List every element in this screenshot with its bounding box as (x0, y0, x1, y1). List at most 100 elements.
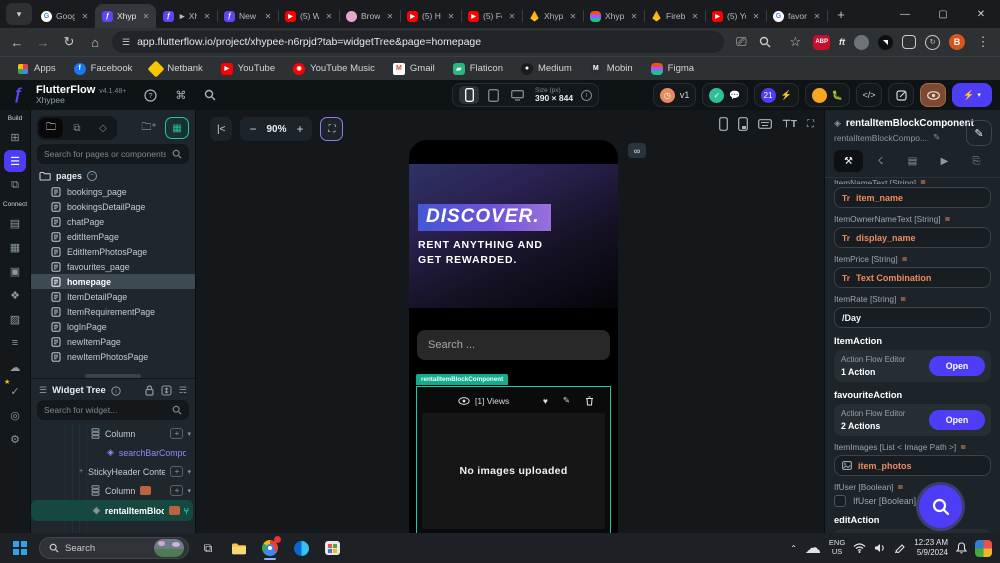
edge-taskbar-button[interactable] (289, 536, 313, 560)
widget-tree-row[interactable]: + StickyHeader Content + ▾ (31, 462, 195, 481)
browser-tab[interactable]: Xhyp ✕ (522, 4, 584, 28)
notifications-bell-icon[interactable] (956, 542, 967, 554)
bookmark-item[interactable]: ◉ YouTube Music (286, 61, 382, 77)
collapse-folder-icon[interactable]: − (87, 171, 98, 181)
page-list-item[interactable]: bookingsDetailPage (31, 199, 195, 214)
window-maximize-button[interactable]: ▢ (924, 0, 962, 28)
owner-name-field[interactable]: Tr display_name (834, 227, 991, 248)
add-child-icon[interactable]: + (170, 485, 184, 496)
browser-tab[interactable]: ƒ Xhyp ✕ (95, 4, 156, 28)
task-view-button[interactable]: ⧉ (196, 536, 220, 560)
widgets-tab[interactable]: ◇ (91, 118, 115, 138)
home-icon[interactable]: ⌂ (86, 35, 104, 50)
tab-close-icon[interactable]: ✕ (323, 10, 335, 22)
widget-tree-row[interactable]: Column + ▾ (31, 424, 195, 443)
browser-tab[interactable]: G Goog ✕ (34, 4, 96, 28)
browser-tab[interactable]: Xhyp ✕ (583, 4, 645, 28)
add-app-icon[interactable]: ⊞ (4, 126, 26, 148)
zoom-in-icon[interactable]: + (296, 122, 303, 136)
extensions-puzzle-icon[interactable] (902, 35, 916, 49)
bookmark-item[interactable]: M Mobin (583, 61, 640, 77)
page-list-item[interactable]: newItemPhotosPage (31, 349, 195, 364)
issues-badge[interactable]: 21 ⚡ (753, 83, 799, 107)
theme-icon[interactable]: ◎ (4, 404, 26, 426)
bookmark-item[interactable]: Figma (644, 61, 701, 77)
share-button[interactable] (888, 83, 914, 107)
new-tab-button[interactable]: + (831, 4, 851, 24)
taskbar-search-input[interactable]: Search (39, 537, 189, 559)
settings-gear-icon[interactable]: ⚙ (4, 428, 26, 450)
pen-icon[interactable] (894, 543, 906, 553)
item-name-field[interactable]: Tr item_name (834, 187, 991, 208)
components-icon[interactable]: ⧉ (4, 174, 26, 196)
transform-bounds-icon[interactable]: ⛶ (807, 119, 814, 130)
pages-search-input[interactable]: Search for pages or components... (37, 144, 189, 164)
chrome-taskbar-button[interactable] (258, 536, 282, 560)
favourite-heart-icon[interactable]: ♥ (543, 396, 548, 406)
ifuser-checkbox[interactable] (834, 495, 846, 507)
phone-search-input[interactable]: Search ... (417, 330, 610, 360)
tab-close-icon[interactable]: ✕ (750, 10, 762, 22)
canvas-link-badge[interactable]: ∞ (628, 143, 646, 158)
bookmark-item[interactable]: ▶ YouTube (214, 61, 282, 77)
run-button[interactable]: ⚡ ▾ (952, 83, 992, 107)
window-close-button[interactable]: ✕ (962, 0, 1000, 28)
phone-preview[interactable]: DISCOVER. RENT ANYTHING AND GET REWARDED… (409, 140, 618, 533)
page-list-item[interactable]: ItemRequirementPage (31, 304, 195, 319)
start-button[interactable] (8, 536, 32, 560)
rate-field[interactable]: /Day (834, 307, 991, 328)
refresh-icon[interactable]: ↻ (60, 34, 78, 50)
tab-close-icon[interactable]: ✕ (79, 10, 91, 22)
tab-close-icon[interactable]: ✕ (140, 10, 152, 22)
wifi-icon[interactable] (853, 543, 866, 553)
keyboard-icon[interactable] (758, 119, 773, 129)
page-list-item[interactable]: logInPage (31, 319, 195, 334)
tray-chevron-icon[interactable]: ⌃ (790, 544, 797, 553)
tree-info-icon[interactable]: i (111, 385, 121, 396)
tab-actions[interactable]: ☇ (866, 150, 895, 172)
add-child-icon[interactable]: + (170, 428, 184, 439)
clock-widget[interactable]: 12:23 AM 5/9/2024 (914, 538, 948, 558)
back-icon[interactable]: ← (8, 35, 26, 50)
extension-icon[interactable] (854, 34, 869, 50)
widget-tree-row[interactable]: ◈ searchBarComponent (31, 443, 195, 462)
tab-close-icon[interactable]: ✕ (689, 10, 701, 22)
media-assets-icon[interactable]: ▨ (4, 308, 26, 330)
pages-folder-row[interactable]: pages − (31, 164, 195, 184)
widget-tree-row[interactable]: Column + ▾ (31, 481, 195, 500)
url-text[interactable]: app.flutterflow.io/project/xhypee-n6rpjd… (137, 36, 481, 48)
page-list-item[interactable]: ItemDetailPage (31, 289, 195, 304)
expand-all-icon[interactable] (161, 385, 172, 396)
tab-close-icon[interactable]: ✕ (567, 10, 579, 22)
tab-close-icon[interactable]: ✕ (811, 10, 823, 22)
bookmark-item[interactable]: M Gmail (386, 61, 442, 77)
profile-sync-icon[interactable]: ↻ (925, 34, 940, 50)
app-colorful-icon[interactable] (975, 539, 992, 557)
add-folder-icon[interactable]: 🗀⁺ (137, 117, 161, 139)
bookmark-item[interactable]: f Facebook (67, 61, 140, 77)
browser-tab[interactable]: ƒ New ✕ (217, 4, 279, 28)
help-icon[interactable]: ? (144, 88, 157, 102)
tab-close-icon[interactable]: ✕ (506, 10, 518, 22)
cloud-functions-icon[interactable]: ☁ (4, 356, 26, 378)
tab-close-icon[interactable]: ✕ (262, 10, 274, 22)
design-canvas[interactable]: |< − 90% + ⛶ ⊤T ⛶ DISCOVER. RENT ANYTHIN… (195, 110, 825, 533)
integrations-icon[interactable]: ❖ (4, 284, 26, 306)
preview-eye-button[interactable] (920, 83, 946, 107)
browser-tab[interactable]: ▶ (5) W ✕ (278, 4, 340, 28)
tab-list[interactable]: ▤ (898, 150, 927, 172)
view-code-button[interactable]: </> (856, 83, 882, 107)
search-icon[interactable] (204, 89, 216, 101)
delete-trash-icon[interactable] (585, 395, 594, 406)
collapse-panel-icon[interactable]: |< (210, 117, 233, 141)
command-palette-icon[interactable]: ⌘ (175, 89, 186, 102)
pages-tab[interactable]: 🗀 (39, 118, 63, 138)
tab-close-icon[interactable]: ✕ (628, 10, 640, 22)
tab-animations[interactable]: ▶ (930, 150, 959, 172)
url-bar[interactable]: ☰ app.flutterflow.io/project/xhypee-n6rp… (112, 31, 725, 53)
browser-tab[interactable]: Fireb ✕ (644, 4, 706, 28)
onedrive-cloud-icon[interactable]: ☁ (805, 538, 821, 558)
debug-badge[interactable]: 🐛 (804, 83, 850, 107)
site-info-icon[interactable]: ☰ (122, 37, 130, 48)
bookmark-item[interactable]: ● Medium (514, 61, 579, 77)
